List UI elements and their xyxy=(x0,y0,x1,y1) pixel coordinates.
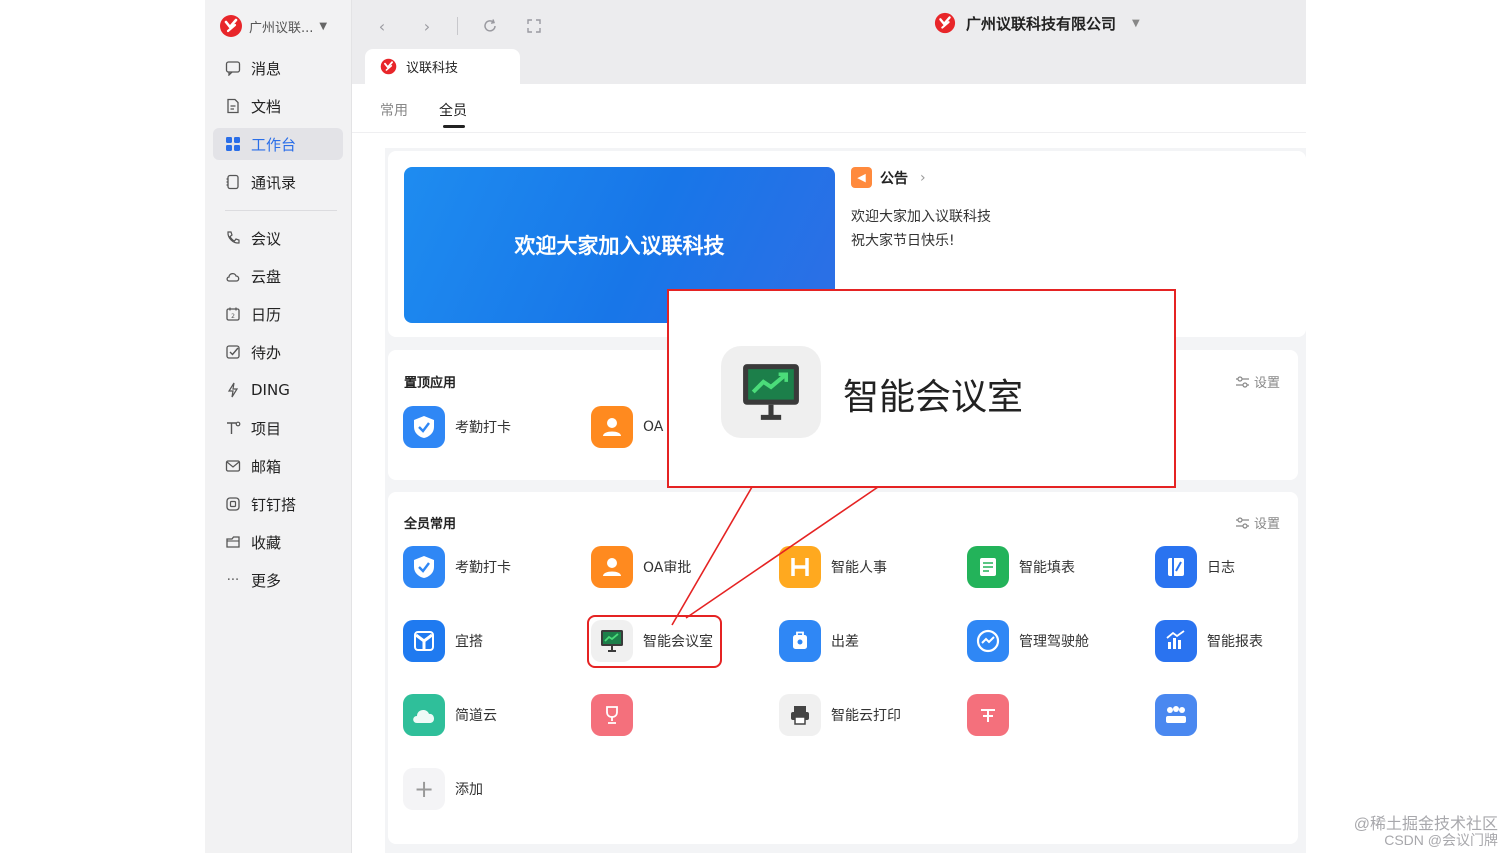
presentation-board-icon xyxy=(721,346,821,438)
watermark-csdn: CSDN @会议门牌 xyxy=(1384,832,1498,848)
zoom-callout: 智能会议室 xyxy=(667,289,1176,488)
callout-label: 智能会议室 xyxy=(843,377,1024,418)
